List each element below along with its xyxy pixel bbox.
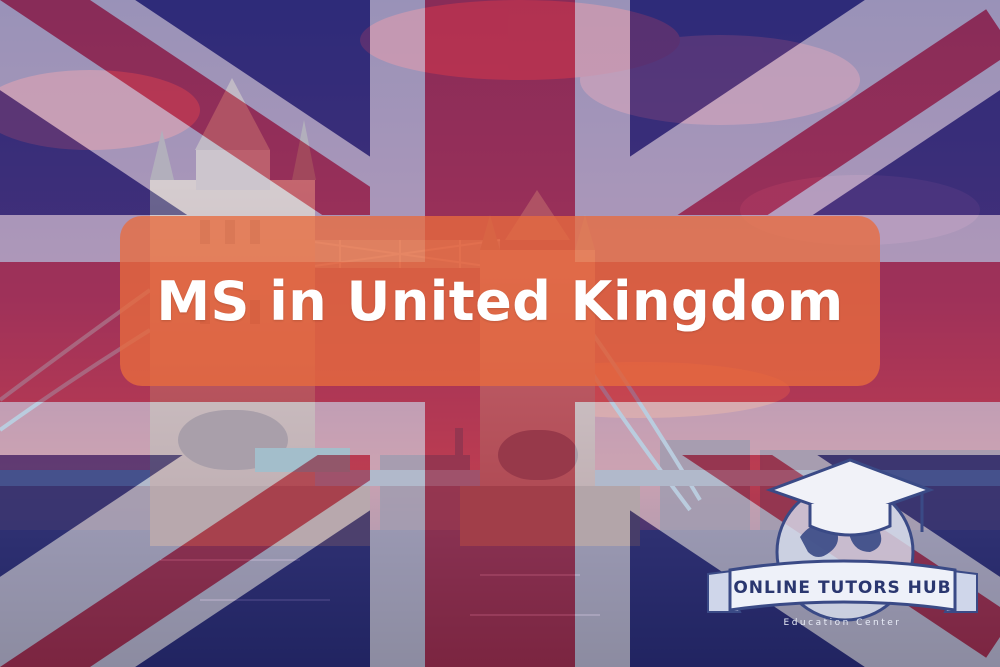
hero-image: MS in United Kingdom ONLINE TUTORS HUB E…: [0, 0, 1000, 667]
logo-tagline: Education Center: [783, 618, 902, 628]
title-banner: MS in United Kingdom: [120, 216, 880, 386]
online-tutors-hub-logo: ONLINE TUTORS HUB Education Center: [700, 452, 985, 652]
page-title: MS in United Kingdom: [156, 269, 844, 333]
logo-name: ONLINE TUTORS HUB: [733, 578, 952, 598]
